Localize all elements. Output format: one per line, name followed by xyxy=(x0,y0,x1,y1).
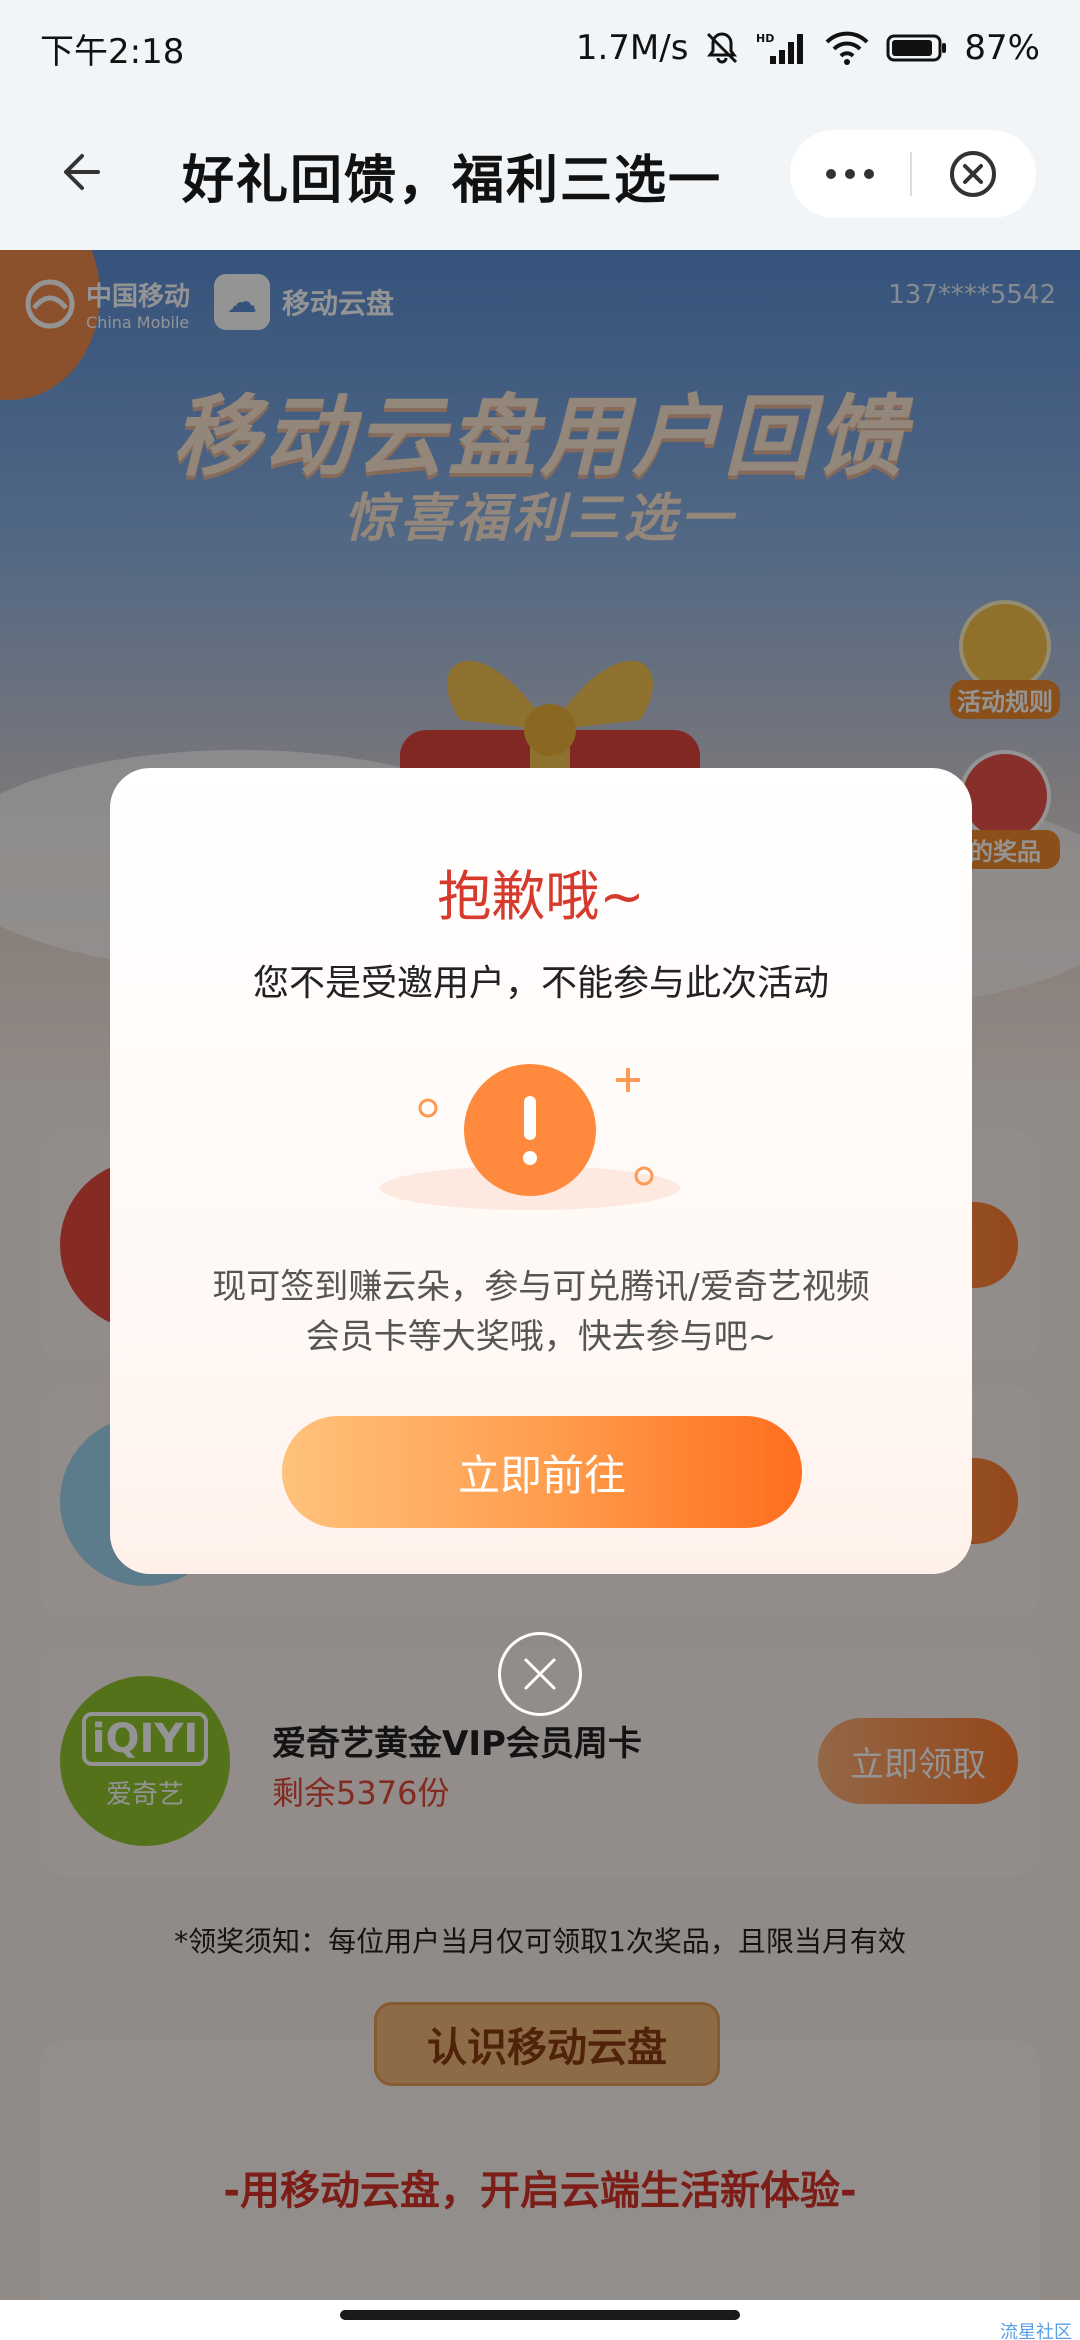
dialog-message: 您不是受邀用户，不能参与此次活动 xyxy=(252,963,829,1004)
close-icon xyxy=(524,1658,556,1690)
dialog-description: 现可签到赚云朵，参与可兑腾讯/爱奇艺视频 会员卡等大奖哦，快去参与吧~ xyxy=(110,1262,972,1362)
go-now-button[interactable]: 立即前往 xyxy=(282,1416,802,1528)
svg-text:HD: HD xyxy=(756,32,774,45)
status-time: 下午2:18 xyxy=(40,31,185,72)
mini-app-capsule xyxy=(790,130,1036,218)
page-title: 好礼回馈，福利三选一 xyxy=(182,151,723,211)
status-icons: 1.7M/s HD 87% xyxy=(576,28,1040,68)
close-circle-icon xyxy=(950,151,996,197)
status-bar: 下午2:18 1.7M/s HD 87% xyxy=(0,0,1080,96)
warning-icon xyxy=(380,1064,680,1210)
net-speed: 1.7M/s xyxy=(575,28,689,68)
dialog-desc-line1: 现可签到赚云朵，参与可兑腾讯/爱奇艺视频 xyxy=(212,1267,870,1307)
close-app-button[interactable] xyxy=(912,130,1034,218)
dialog-desc-line2: 会员卡等大奖哦，快去参与吧~ xyxy=(305,1317,777,1357)
more-dots-icon xyxy=(826,169,874,179)
dialog-close-button[interactable] xyxy=(498,1632,582,1716)
dialog-title: 抱歉哦~ xyxy=(437,865,645,928)
nav-bar: 好礼回馈，福利三选一 xyxy=(0,96,1080,250)
home-indicator[interactable] xyxy=(340,2310,740,2320)
mute-bell-icon xyxy=(704,30,740,66)
arrow-left-icon xyxy=(64,154,100,190)
signal-icon: HD xyxy=(756,30,808,66)
wifi-icon xyxy=(824,30,870,66)
back-button[interactable] xyxy=(48,140,112,204)
watermark: 流星社区 xyxy=(1000,2322,1072,2340)
battery-icon xyxy=(886,32,948,64)
more-button[interactable] xyxy=(790,130,910,218)
bottom-strip xyxy=(0,2300,1080,2340)
battery-percent: 87% xyxy=(964,28,1040,68)
sorry-dialog: 抱歉哦~ 您不是受邀用户，不能参与此次活动 现可签到赚云朵，参与可兑腾讯/爱奇艺… xyxy=(110,768,972,1574)
